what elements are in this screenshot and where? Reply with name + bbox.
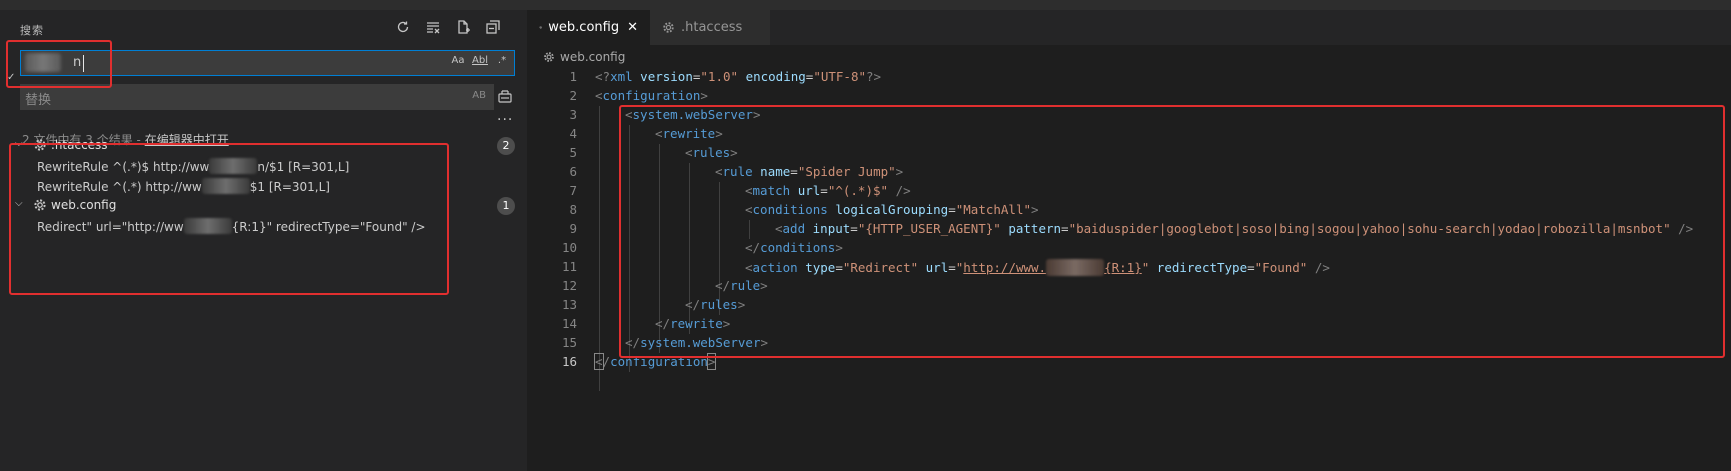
redacted-text (25, 53, 61, 72)
editor-area: web.config ✕ .htaccess web.config 1 <?xml… (527, 10, 1731, 471)
checkmark-icon: ✓ (7, 72, 16, 83)
search-input-value: n (73, 55, 82, 70)
code-line: 9 <add input="{HTTP_USER_AGENT}" pattern=… (569, 221, 1694, 236)
breadcrumb[interactable]: web.config (543, 50, 625, 64)
code-line: 12 </rule> (561, 278, 768, 293)
code-line: 10 </conditions> (561, 240, 843, 255)
search-sidebar: 搜索 n Aa Abl .* ✓ 替换 AB ··· 2 文件中有 3 个结果 (0, 10, 527, 471)
more-options-icon[interactable]: ··· (497, 112, 513, 128)
search-options: Aa Abl .* (450, 55, 510, 66)
result-file-htaccess[interactable]: ⌵ .htaccess 2 (0, 135, 527, 157)
tab-htaccess[interactable]: .htaccess (650, 10, 770, 45)
code-line: 15 </system.webServer> (561, 335, 769, 350)
match-case-toggle[interactable]: Aa (450, 55, 466, 66)
clear-results-icon[interactable] (424, 18, 442, 36)
code-line: 14 </rewrite> (561, 316, 731, 331)
code-line: 1 <?xml version="1.0" encoding="UTF-8"?> (569, 69, 882, 84)
refresh-icon[interactable] (394, 18, 412, 36)
result-count-badge: 1 (497, 197, 515, 215)
code-line: 4 <rewrite> (569, 126, 723, 141)
code-line: 8 <conditions logicalGrouping="MatchAll"> (569, 202, 1039, 217)
redacted-text (201, 178, 250, 194)
match-whole-word-toggle[interactable]: Abl (472, 55, 488, 66)
text-cursor (83, 55, 84, 72)
tab-bar: web.config ✕ .htaccess (527, 10, 1731, 45)
code-line: 13 </rules> (561, 297, 746, 312)
gear-icon (544, 52, 554, 62)
code-line: 5 <rules> (569, 145, 738, 160)
redacted-text (209, 158, 258, 174)
redacted-text (1046, 259, 1105, 276)
new-search-editor-icon[interactable] (454, 18, 472, 36)
title-bar (0, 0, 1731, 10)
tab-label: .htaccess (681, 20, 743, 35)
result-file-name: web.config (51, 198, 117, 212)
tab-label: web.config (548, 20, 620, 35)
code-line: 6 <rule name="Spider Jump"> (569, 164, 904, 179)
replace-placeholder: 替换 (25, 93, 52, 108)
chevron-down-icon: ⌵ (15, 198, 23, 209)
result-match-row[interactable]: RewriteRule ^(.*) http://ww $1 [R=301,L] (0, 175, 527, 197)
code-line: 11 <action type="Redirect" url="http://ww… (561, 259, 1330, 276)
code-line: 16 </configuration> (561, 353, 717, 370)
use-regex-toggle[interactable]: .* (494, 55, 510, 66)
preserve-case-toggle[interactable]: AB (472, 90, 486, 101)
close-icon[interactable]: ✕ (627, 20, 638, 35)
redacted-text (183, 218, 232, 234)
search-input[interactable]: n Aa Abl .* (20, 50, 515, 76)
gear-icon (663, 22, 674, 33)
match-text: Redirect" url="http://ww {R:1}" redirectT… (37, 218, 426, 234)
gear-icon (34, 139, 46, 151)
tab-webconfig[interactable]: web.config ✕ (527, 10, 650, 45)
sidebar-title: 搜索 (20, 24, 44, 37)
replace-input[interactable]: 替换 AB (20, 84, 494, 110)
result-file-webconfig[interactable]: ⌵ web.config 1 (0, 195, 527, 217)
chevron-down-icon: ⌵ (15, 138, 23, 149)
result-file-name: .htaccess (51, 138, 108, 152)
gear-icon (34, 199, 46, 211)
code-line: 2 <configuration> (569, 88, 708, 103)
result-count-badge: 2 (497, 137, 515, 155)
result-match-row[interactable]: Redirect" url="http://ww {R:1}" redirectT… (0, 215, 527, 237)
code-line: 7 <match url="^(.*)$" /> (569, 183, 911, 198)
match-text: RewriteRule ^(.*)$ http://ww n/$1 [R=301,… (37, 158, 350, 174)
breadcrumb-file: web.config (560, 50, 626, 64)
gear-icon (539, 26, 542, 29)
collapse-all-icon[interactable] (484, 18, 502, 36)
result-match-row[interactable]: RewriteRule ^(.*)$ http://ww n/$1 [R=301,… (0, 155, 527, 177)
replace-all-icon[interactable] (497, 88, 515, 106)
match-text: RewriteRule ^(.*) http://ww $1 [R=301,L] (37, 178, 330, 194)
code-line: 3 <system.webServer> (569, 107, 761, 122)
sidebar-actions (394, 18, 502, 36)
